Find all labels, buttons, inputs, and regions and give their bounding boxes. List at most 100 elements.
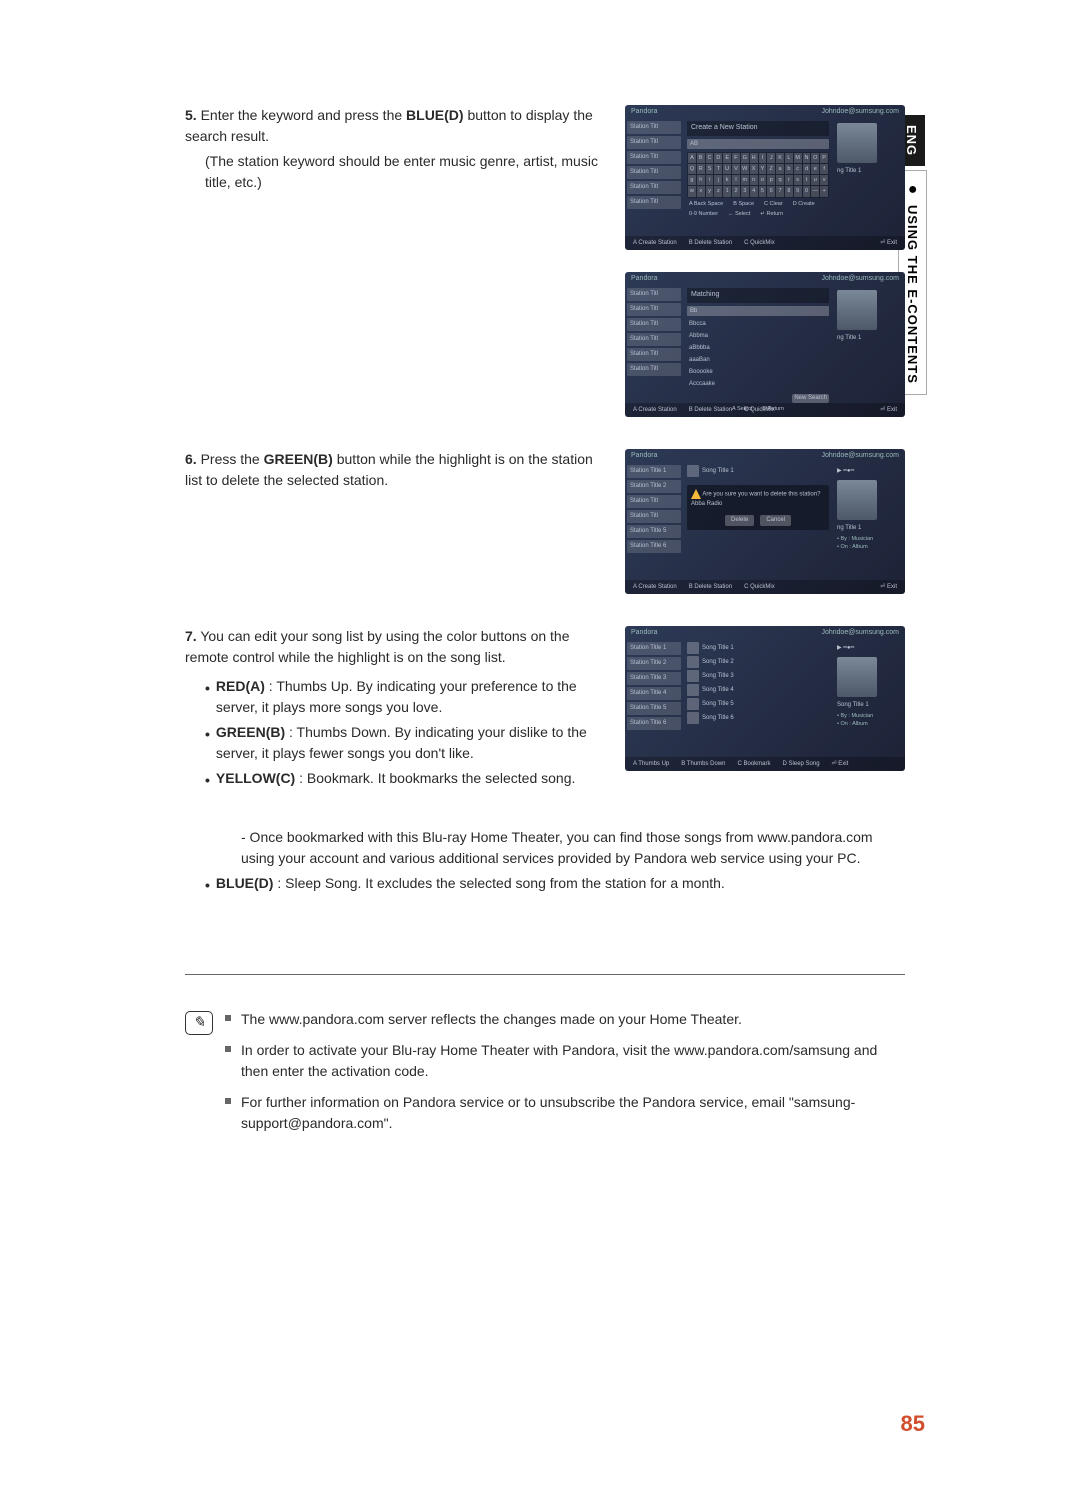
cancel-button[interactable]: Cancel [760, 515, 791, 526]
new-search-button[interactable]: New Search [792, 394, 829, 403]
match-list[interactable]: Bbcca Abbma aBbbba aaaBan Booooke Acccaa… [687, 319, 829, 390]
key-v[interactable]: v [820, 175, 828, 185]
key-V[interactable]: V [732, 164, 740, 174]
key-B[interactable]: B [697, 153, 705, 163]
page-content: 5. Enter the keyword and press the BLUE(… [185, 105, 905, 1134]
step-6-num: 6. [185, 451, 197, 467]
match-input[interactable]: Bb [687, 306, 829, 316]
pandora-songlist-screenshot: Pandora Johndoe@sumsung.com Station Titl… [625, 626, 905, 771]
key-Q[interactable]: Q [688, 164, 696, 174]
square-bullet-icon [225, 1015, 231, 1021]
section-label: USING THE E-CONTENTS [903, 205, 923, 384]
step-7-num: 7. [185, 628, 197, 644]
key-I[interactable]: I [759, 153, 767, 163]
key-—[interactable]: — [811, 186, 819, 196]
key-l[interactable]: l [732, 175, 740, 185]
now-playing-title: ng Title 1 [837, 167, 901, 176]
key-i[interactable]: i [706, 175, 714, 185]
key-G[interactable]: G [741, 153, 749, 163]
key-A[interactable]: A [688, 153, 696, 163]
key-h[interactable]: h [697, 175, 705, 185]
pandora-matching-screenshot: Pandora Johndoe@sumsung.com Station Titl… [625, 272, 905, 417]
square-bullet-icon [225, 1046, 231, 1052]
now-playing-panel: ng Title 1 [833, 286, 905, 403]
key-1[interactable]: 1 [723, 186, 731, 196]
key-y[interactable]: y [706, 186, 714, 196]
step-6-text: 6. Press the GREEN(B) button while the h… [185, 449, 605, 495]
key-n[interactable]: n [750, 175, 758, 185]
key-5[interactable]: 5 [759, 186, 767, 196]
key-f[interactable]: f [820, 164, 828, 174]
key-d[interactable]: d [803, 164, 811, 174]
key-q[interactable]: q [776, 175, 784, 185]
key-O[interactable]: O [811, 153, 819, 163]
station-sidebar: Station Titl Station Titl Station Titl S… [625, 119, 683, 236]
step-7-row: 7. You can edit your song list by using … [185, 626, 905, 795]
key-F[interactable]: F [732, 153, 740, 163]
key-D[interactable]: D [714, 153, 722, 163]
key-7[interactable]: 7 [776, 186, 784, 196]
key-r[interactable]: r [785, 175, 793, 185]
notes-section: ✎ The www.pandora.com server reflects th… [185, 1009, 905, 1134]
key-0[interactable]: 0 [803, 186, 811, 196]
key-x[interactable]: x [697, 186, 705, 196]
key-j[interactable]: j [714, 175, 722, 185]
keyboard-input[interactable]: AB [687, 139, 829, 149]
key-z[interactable]: z [714, 186, 722, 196]
key-a[interactable]: a [776, 164, 784, 174]
key-3[interactable]: 3 [741, 186, 749, 196]
key-N[interactable]: N [803, 153, 811, 163]
key-Z[interactable]: Z [767, 164, 775, 174]
step-5-num: 5. [185, 107, 197, 123]
key-s[interactable]: s [794, 175, 802, 185]
key-U[interactable]: U [723, 164, 731, 174]
key-c[interactable]: c [794, 164, 802, 174]
key-R[interactable]: R [697, 164, 705, 174]
key-p[interactable]: p [767, 175, 775, 185]
step-5-t1: Enter the keyword and press the [201, 107, 406, 123]
key-u[interactable]: u [811, 175, 819, 185]
key-J[interactable]: J [767, 153, 775, 163]
key-e[interactable]: e [811, 164, 819, 174]
key-m[interactable]: m [741, 175, 749, 185]
keyboard-panel: Create a New Station AB ABCDEFGHIJKLMNOP… [683, 119, 833, 236]
key-W[interactable]: W [741, 164, 749, 174]
step-5-row: 5. Enter the keyword and press the BLUE(… [185, 105, 905, 417]
key-+[interactable]: + [820, 186, 828, 196]
key-9[interactable]: 9 [794, 186, 802, 196]
matching-panel: Matching Bb Bbcca Abbma aBbbba aaaBan Bo… [683, 286, 833, 403]
key-X[interactable]: X [750, 164, 758, 174]
key-M[interactable]: M [794, 153, 802, 163]
key-2[interactable]: 2 [732, 186, 740, 196]
key-T[interactable]: T [714, 164, 722, 174]
square-bullet-icon [225, 1098, 231, 1104]
key-P[interactable]: P [820, 153, 828, 163]
step-7-continuation: - Once bookmarked with this Blu-ray Home… [185, 827, 905, 900]
note-icon: ✎ [185, 1011, 213, 1035]
on-screen-keyboard[interactable]: ABCDEFGHIJKLMNOP QRSTUVWXYZabcdef ghijklmn… [687, 152, 829, 198]
key-6[interactable]: 6 [767, 186, 775, 196]
key-8[interactable]: 8 [785, 186, 793, 196]
key-g[interactable]: g [688, 175, 696, 185]
key-4[interactable]: 4 [750, 186, 758, 196]
key-k[interactable]: k [723, 175, 731, 185]
key-S[interactable]: S [706, 164, 714, 174]
key-Y[interactable]: Y [759, 164, 767, 174]
key-w[interactable]: w [688, 186, 696, 196]
delete-button[interactable]: Delete [725, 515, 754, 526]
key-t[interactable]: t [803, 175, 811, 185]
step-7-intro: You can edit your song list by using the… [185, 628, 570, 665]
key-o[interactable]: o [759, 175, 767, 185]
key-C[interactable]: C [706, 153, 714, 163]
key-L[interactable]: L [785, 153, 793, 163]
key-b[interactable]: b [785, 164, 793, 174]
key-E[interactable]: E [723, 153, 731, 163]
key-K[interactable]: K [776, 153, 784, 163]
green-b-label-2: GREEN(B) [216, 724, 285, 740]
create-station-title: Create a New Station [687, 121, 829, 136]
song-list[interactable]: Song Title 1 Song Title 2 Song Title 3 S… [687, 642, 829, 724]
app-title: Pandora [631, 274, 657, 285]
footer-hints: A Create Station B Delete Station C Quic… [625, 236, 905, 250]
yellow-c-text: : Bookmark. It bookmarks the selected so… [295, 770, 575, 786]
key-H[interactable]: H [750, 153, 758, 163]
